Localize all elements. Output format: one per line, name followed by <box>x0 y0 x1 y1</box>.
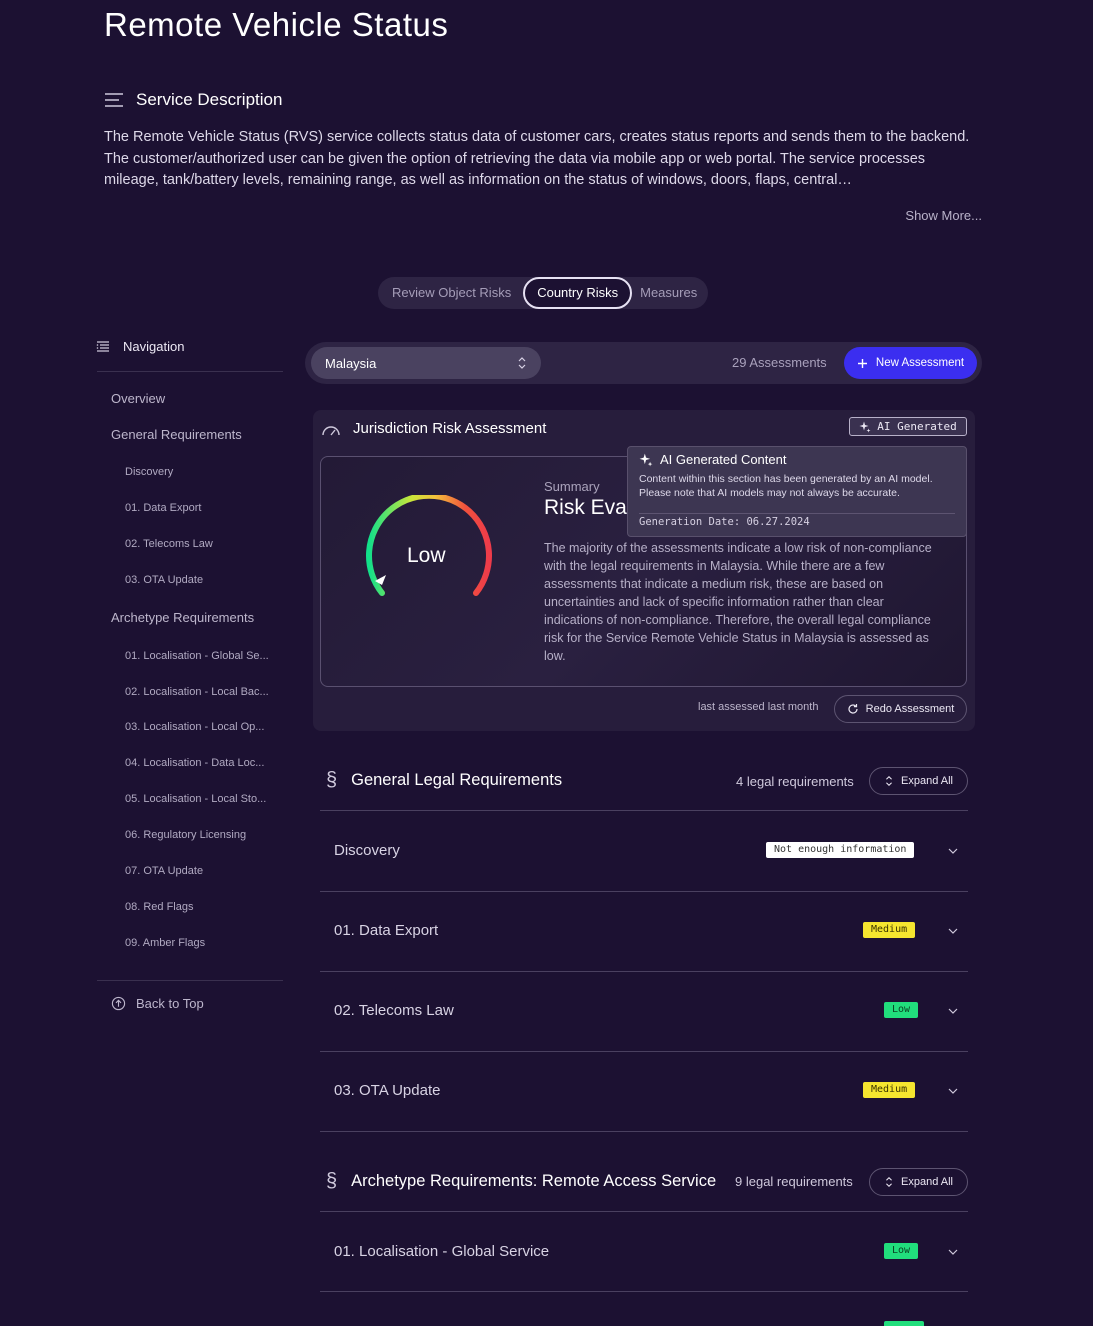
risk-tabs: Review Object Risks Country Risks Measur… <box>378 277 708 309</box>
navigation-heading: Navigation <box>96 339 184 354</box>
chevron-up-down-icon <box>886 775 892 787</box>
row-divider <box>320 810 968 811</box>
back-to-top-label: Back to Top <box>136 996 204 1011</box>
general-legal-title: General Legal Requirements <box>351 771 563 789</box>
country-select[interactable]: Malaysia <box>311 347 541 379</box>
tooltip-generation-date: Generation Date: 06.27.2024 <box>639 516 810 528</box>
nav-item-telecoms-law[interactable]: 02. Telecoms Law <box>125 538 270 550</box>
nav-item-archetype-9[interactable]: 09. Amber Flags <box>125 937 270 949</box>
archetype-legal-heading: § Archetype Requirements: Remote Access … <box>326 1170 716 1193</box>
redo-assessment-button[interactable]: Redo Assessment <box>834 695 967 723</box>
row-divider <box>320 971 968 972</box>
risk-badge-medium: Medium <box>863 1082 916 1098</box>
arrow-up-circle-icon <box>111 996 126 1011</box>
service-description-heading: Service Description <box>104 90 282 110</box>
sparkle-icon <box>639 453 653 466</box>
tab-country-risks[interactable]: Country Risks <box>523 277 633 309</box>
summary-text: The majority of the assessments indicate… <box>544 541 932 663</box>
nav-item-discovery[interactable]: Discovery <box>125 466 270 478</box>
requirement-data-export[interactable]: 01. Data Export <box>334 922 438 939</box>
jurisdiction-risk-heading: Jurisdiction Risk Assessment <box>321 420 546 437</box>
assessment-count: 29 Assessments <box>732 355 827 370</box>
general-expand-all-button[interactable]: Expand All <box>869 767 968 795</box>
gauge-icon <box>322 425 340 435</box>
nav-item-archetype-5[interactable]: 05. Localisation - Local Sto... <box>125 793 270 805</box>
nav-divider <box>97 371 283 372</box>
lines-icon <box>105 93 123 107</box>
summary-label: Summary <box>544 479 600 494</box>
nav-item-archetype-4[interactable]: 04. Localisation - Data Loc... <box>125 757 270 769</box>
back-to-top-link[interactable]: Back to Top <box>111 996 204 1011</box>
risk-badge-medium: Medium <box>863 922 916 938</box>
row-divider <box>320 1051 968 1052</box>
gauge-label: Low <box>407 544 446 567</box>
new-assessment-label: New Assessment <box>875 357 965 369</box>
service-description-text: The Remote Vehicle Status (RVS) service … <box>104 129 970 188</box>
general-legal-count: 4 legal requirements <box>736 774 854 789</box>
nav-archetype-requirements[interactable]: Archetype Requirements <box>111 610 254 625</box>
requirement-discovery[interactable]: Discovery <box>334 842 400 859</box>
chevron-up-down-icon <box>518 357 526 369</box>
chevron-down-icon[interactable] <box>946 844 960 858</box>
nav-item-ota-update[interactable]: 03. OTA Update <box>125 574 270 586</box>
chevron-down-icon[interactable] <box>946 1004 960 1018</box>
nav-item-archetype-3[interactable]: 03. Localisation - Local Op... <box>125 721 270 733</box>
tab-measures[interactable]: Measures <box>632 277 705 309</box>
summary-title: Risk Evaluation <box>544 496 628 519</box>
risk-badge-partial <box>884 1321 924 1326</box>
nav-divider-bottom <box>97 980 283 981</box>
row-divider <box>320 1291 968 1292</box>
section-symbol-icon: § <box>326 769 338 791</box>
show-more-link[interactable]: Show More... <box>905 208 982 223</box>
archetype-expand-all-button[interactable]: Expand All <box>869 1168 968 1196</box>
chevron-down-icon[interactable] <box>946 1245 960 1259</box>
refresh-icon <box>848 704 858 714</box>
tooltip-divider <box>639 513 955 514</box>
nav-general-requirements[interactable]: General Requirements <box>111 427 242 442</box>
general-legal-heading: § General Legal Requirements <box>326 769 562 792</box>
requirement-telecoms-law[interactable]: 02. Telecoms Law <box>334 1002 454 1019</box>
nav-item-archetype-2[interactable]: 02. Localisation - Local Bac... <box>125 686 270 698</box>
chevron-down-icon[interactable] <box>946 924 960 938</box>
row-divider <box>320 1211 968 1212</box>
redo-assessment-label: Redo Assessment <box>865 703 955 715</box>
new-assessment-button[interactable]: New Assessment <box>844 347 977 379</box>
service-description-title: Service Description <box>136 90 283 109</box>
ai-generated-badge[interactable]: AI Generated <box>849 417 967 436</box>
general-expand-all-label: Expand All <box>901 775 953 787</box>
row-divider <box>320 1131 968 1132</box>
archetype-legal-title: Archetype Requirements: Remote Access Se… <box>351 1172 717 1190</box>
requirement-localisation-global-service[interactable]: 01. Localisation - Global Service <box>334 1243 549 1260</box>
nav-item-data-export[interactable]: 01. Data Export <box>125 502 270 514</box>
list-icon <box>96 340 109 352</box>
archetype-legal-count: 9 legal requirements <box>735 1174 853 1189</box>
nav-overview[interactable]: Overview <box>111 391 165 406</box>
sparkle-icon <box>859 421 871 432</box>
section-symbol-icon: § <box>326 1170 338 1192</box>
requirement-ota-update[interactable]: 03. OTA Update <box>334 1082 440 1099</box>
risk-badge-not-enough-info: Not enough information <box>766 842 915 858</box>
plus-icon <box>857 358 867 368</box>
navigation-title: Navigation <box>123 339 185 354</box>
archetype-expand-all-label: Expand All <box>901 1176 953 1188</box>
last-assessed-text: last assessed last month <box>698 701 819 713</box>
risk-badge-low: Low <box>884 1002 919 1018</box>
nav-item-archetype-1[interactable]: 01. Localisation - Global Se... <box>125 650 270 662</box>
tooltip-title: AI Generated Content <box>660 452 787 467</box>
ai-generated-label: AI Generated <box>877 420 957 433</box>
nav-item-archetype-8[interactable]: 08. Red Flags <box>125 901 270 913</box>
tooltip-body: Content within this section has been gen… <box>639 473 933 499</box>
chevron-down-icon[interactable] <box>946 1084 960 1098</box>
row-divider <box>320 891 968 892</box>
chevron-up-down-icon <box>886 1176 892 1188</box>
jurisdiction-risk-title: Jurisdiction Risk Assessment <box>353 420 547 437</box>
page-title: Remote Vehicle Status <box>104 6 449 43</box>
risk-badge-low: Low <box>884 1243 919 1259</box>
country-select-value: Malaysia <box>325 355 377 371</box>
nav-item-archetype-7[interactable]: 07. OTA Update <box>125 865 270 877</box>
tooltip-heading: AI Generated Content <box>639 452 786 467</box>
nav-item-archetype-6[interactable]: 06. Regulatory Licensing <box>125 829 270 841</box>
tab-review-object-risks[interactable]: Review Object Risks <box>380 277 523 309</box>
